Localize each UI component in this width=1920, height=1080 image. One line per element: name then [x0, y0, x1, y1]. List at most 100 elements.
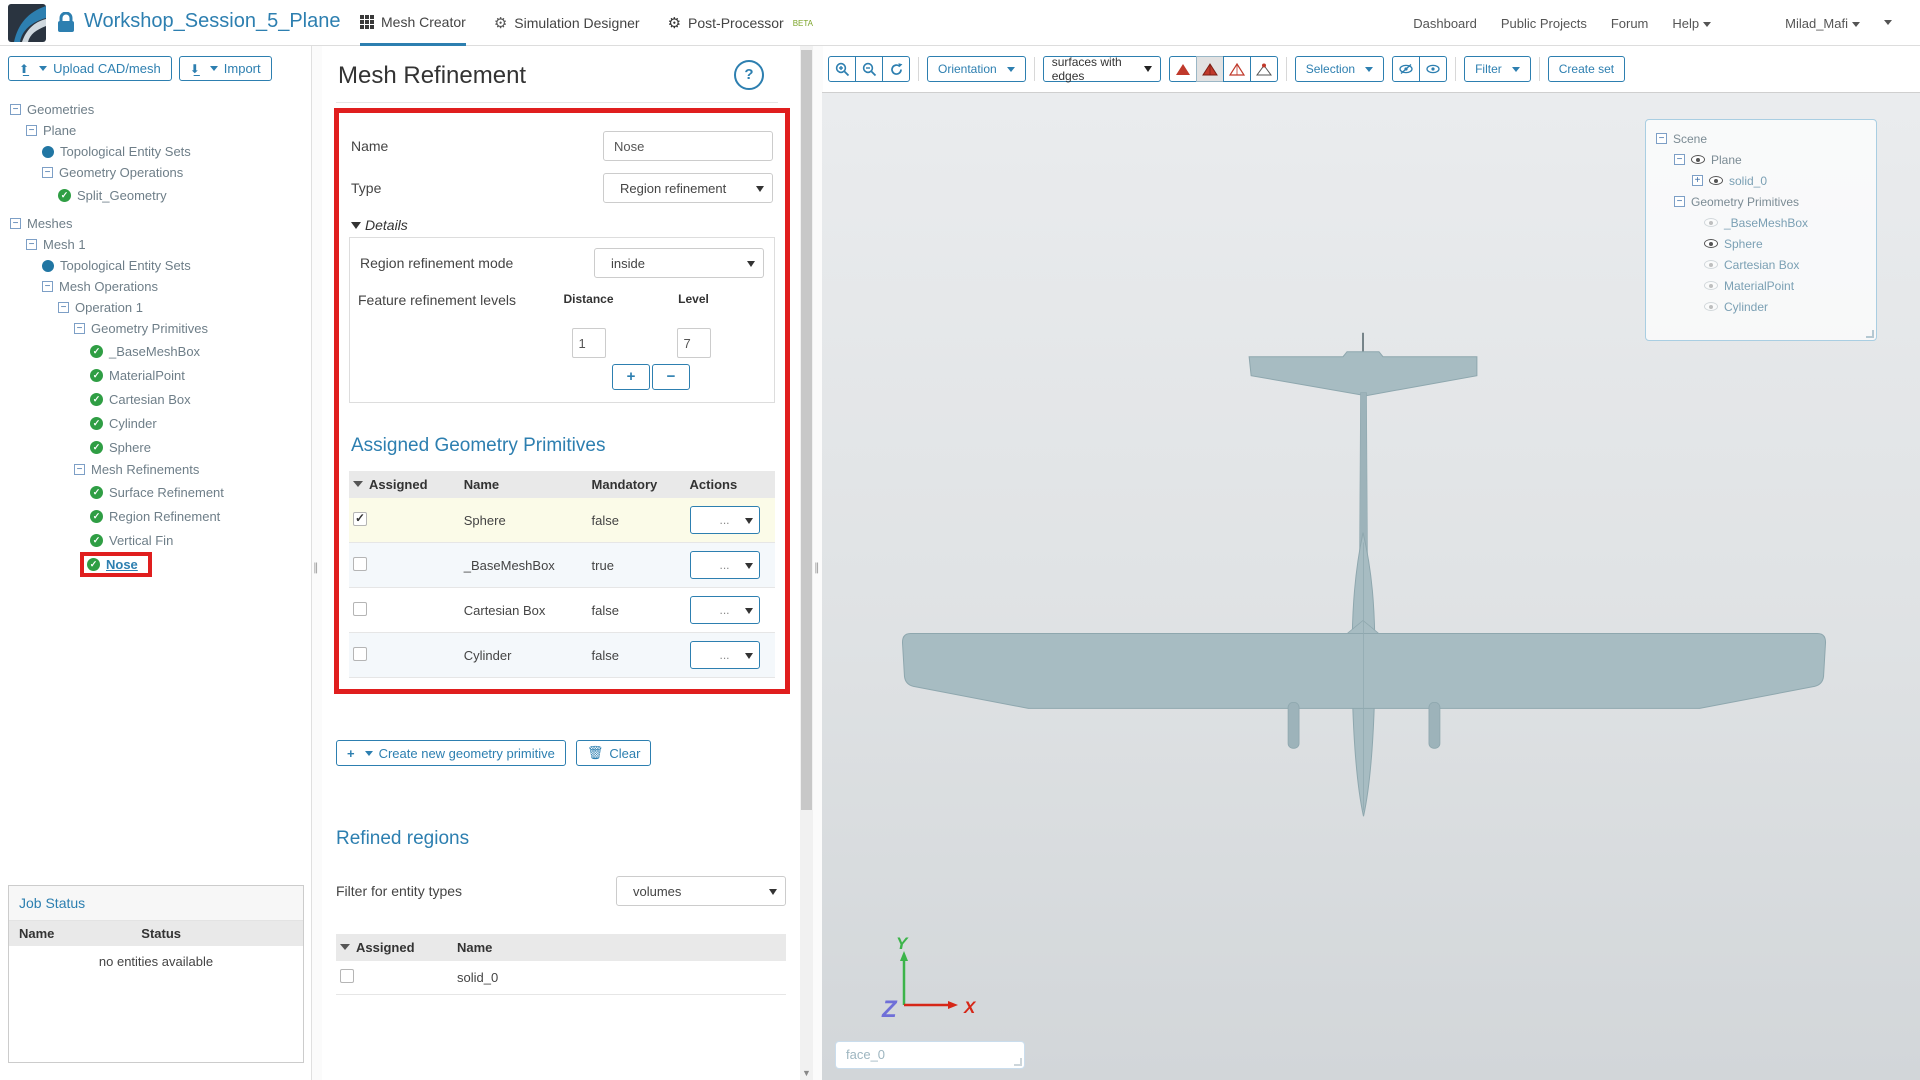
tree-item-mesh-1[interactable]: −Mesh 1: [0, 234, 311, 255]
collapse-icon[interactable]: −: [42, 167, 53, 178]
refresh-icon[interactable]: [882, 56, 910, 82]
collapse-icon[interactable]: −: [74, 464, 85, 475]
help-button[interactable]: ?: [734, 60, 764, 90]
scene-item-cartesian-box[interactable]: Cartesian Box: [1652, 254, 1870, 275]
render-mode-select[interactable]: surfaces with edges: [1043, 56, 1161, 82]
user-menu[interactable]: Milad_Mafi: [1785, 16, 1860, 31]
assigned-checkbox[interactable]: [340, 969, 354, 983]
collapse-icon[interactable]: −: [10, 104, 21, 115]
tree-item-cylinder[interactable]: ✓Cylinder: [0, 411, 311, 435]
scene-item-geometry-primitives[interactable]: −Geometry Primitives: [1652, 191, 1870, 212]
collapse-icon[interactable]: −: [26, 125, 37, 136]
details-toggle[interactable]: Details: [351, 217, 773, 233]
tree-item-mesh-refinements[interactable]: −Mesh Refinements: [0, 459, 311, 480]
eye-off-icon[interactable]: [1704, 218, 1718, 227]
tree-item-sphere[interactable]: ✓Sphere: [0, 435, 311, 459]
points-view-icon[interactable]: [1250, 56, 1278, 82]
actions-select[interactable]: ...: [690, 596, 760, 624]
assigned-checkbox[interactable]: [353, 602, 367, 616]
scene-item-solid-0[interactable]: +solid_0: [1652, 170, 1870, 191]
expand-icon[interactable]: +: [1692, 175, 1703, 186]
tree-item-geometry-operations[interactable]: −Geometry Operations: [0, 162, 311, 183]
table-row[interactable]: Sphere false ...: [349, 498, 775, 543]
tree-item-cartesian-box[interactable]: ✓Cartesian Box: [0, 387, 311, 411]
collapse-icon[interactable]: −: [1674, 196, 1685, 207]
3d-viewport[interactable]: −Scene −Plane +solid_0 −Geometry Primiti…: [822, 92, 1920, 1080]
region-mode-select[interactable]: inside: [594, 248, 764, 278]
wireframe-view-icon[interactable]: [1223, 56, 1251, 82]
link-forum[interactable]: Forum: [1611, 16, 1649, 31]
actions-select[interactable]: ...: [690, 641, 760, 669]
tree-item-geometry-primitives[interactable]: −Geometry Primitives: [0, 318, 311, 339]
collapse-icon[interactable]: −: [1674, 154, 1685, 165]
add-row-button[interactable]: +: [612, 364, 650, 390]
eye-icon[interactable]: [1709, 176, 1723, 185]
scroll-down-arrow[interactable]: ▼: [802, 1068, 811, 1078]
tree-item-operation-1[interactable]: −Operation 1: [0, 297, 311, 318]
eye-off-icon[interactable]: [1704, 281, 1718, 290]
tree-item-geometries[interactable]: −Geometries: [0, 99, 311, 120]
tree-item-split-geometry[interactable]: ✓Split_Geometry: [0, 183, 311, 207]
assigned-checkbox[interactable]: [353, 512, 367, 526]
table-row[interactable]: Cartesian Box false ...: [349, 588, 775, 633]
help-menu[interactable]: Help: [1672, 16, 1711, 31]
resize-handle-icon[interactable]: [1866, 330, 1874, 338]
tree-item-topological-entity-sets[interactable]: Topological Entity Sets: [0, 141, 311, 162]
tab-mesh-creator[interactable]: Mesh Creator: [360, 0, 466, 46]
level-input[interactable]: [677, 328, 711, 358]
tree-item-meshes[interactable]: −Meshes: [0, 213, 311, 234]
scene-item-scene[interactable]: −Scene: [1652, 128, 1870, 149]
table-row[interactable]: _BaseMeshBox true ...: [349, 543, 775, 588]
filter-dropdown[interactable]: Filter: [1464, 56, 1531, 82]
orientation-dropdown[interactable]: Orientation: [927, 56, 1026, 82]
show-icon[interactable]: [1419, 56, 1447, 82]
clear-button[interactable]: 🗑 Clear: [576, 740, 652, 766]
eye-off-icon[interactable]: [1704, 260, 1718, 269]
panel-divider-left[interactable]: ∥: [312, 46, 322, 1080]
link-dashboard[interactable]: Dashboard: [1413, 16, 1477, 31]
collapse-icon[interactable]: −: [10, 218, 21, 229]
tree-item-surface-refinement[interactable]: ✓Surface Refinement: [0, 480, 311, 504]
collapse-icon[interactable]: −: [42, 281, 53, 292]
eye-icon[interactable]: [1704, 239, 1718, 248]
scene-item-materialpoint[interactable]: MaterialPoint: [1652, 275, 1870, 296]
eye-off-icon[interactable]: [1704, 302, 1718, 311]
zoom-in-icon[interactable]: [828, 56, 856, 82]
distance-input[interactable]: [572, 328, 606, 358]
tree-item-basemeshbox[interactable]: ✓_BaseMeshBox: [0, 339, 311, 363]
import-button[interactable]: ⬇̲ Import: [179, 56, 272, 81]
upload-cad-button[interactable]: ⬆̲ Upload CAD/mesh: [8, 56, 172, 81]
collapse-icon[interactable]: −: [26, 239, 37, 250]
sort-arrow-icon[interactable]: [340, 944, 350, 950]
tree-item-region-refinement[interactable]: ✓Region Refinement: [0, 504, 311, 528]
create-set-button[interactable]: Create set: [1548, 56, 1625, 82]
selection-dropdown[interactable]: Selection: [1295, 56, 1384, 82]
scene-item-cylinder[interactable]: Cylinder: [1652, 296, 1870, 317]
link-public-projects[interactable]: Public Projects: [1501, 16, 1587, 31]
name-input[interactable]: [603, 131, 773, 161]
assigned-checkbox[interactable]: [353, 557, 367, 571]
tab-post-processor[interactable]: ⚙ Post-ProcessorBETA: [668, 0, 813, 46]
type-select[interactable]: Region refinement: [603, 173, 773, 203]
table-row[interactable]: Cylinder false ...: [349, 633, 775, 678]
create-primitive-button[interactable]: + Create new geometry primitive: [336, 740, 566, 766]
scene-item-plane[interactable]: −Plane: [1652, 149, 1870, 170]
entity-filter-select[interactable]: volumes: [616, 876, 786, 906]
hide-icon[interactable]: [1392, 56, 1420, 82]
tree-item-nose[interactable]: ✓ Nose: [0, 552, 311, 576]
scrollbar-thumb[interactable]: [801, 50, 812, 810]
actions-select[interactable]: ...: [690, 506, 760, 534]
actions-select[interactable]: ...: [690, 551, 760, 579]
window-menu-caret[interactable]: [1884, 20, 1892, 25]
tree-item-vertical-fin[interactable]: ✓Vertical Fin: [0, 528, 311, 552]
form-panel-scrollbar[interactable]: ▼: [800, 46, 813, 1080]
collapse-icon[interactable]: −: [74, 323, 85, 334]
remove-row-button[interactable]: −: [652, 364, 690, 390]
tree-item-mesh-operations[interactable]: −Mesh Operations: [0, 276, 311, 297]
tree-item-topological-entity-sets-2[interactable]: Topological Entity Sets: [0, 255, 311, 276]
assigned-checkbox[interactable]: [353, 647, 367, 661]
collapse-icon[interactable]: −: [58, 302, 69, 313]
tab-simulation-designer[interactable]: ⚙ Simulation Designer: [494, 0, 640, 46]
scene-item-sphere[interactable]: Sphere: [1652, 233, 1870, 254]
table-row[interactable]: solid_0: [336, 961, 786, 995]
